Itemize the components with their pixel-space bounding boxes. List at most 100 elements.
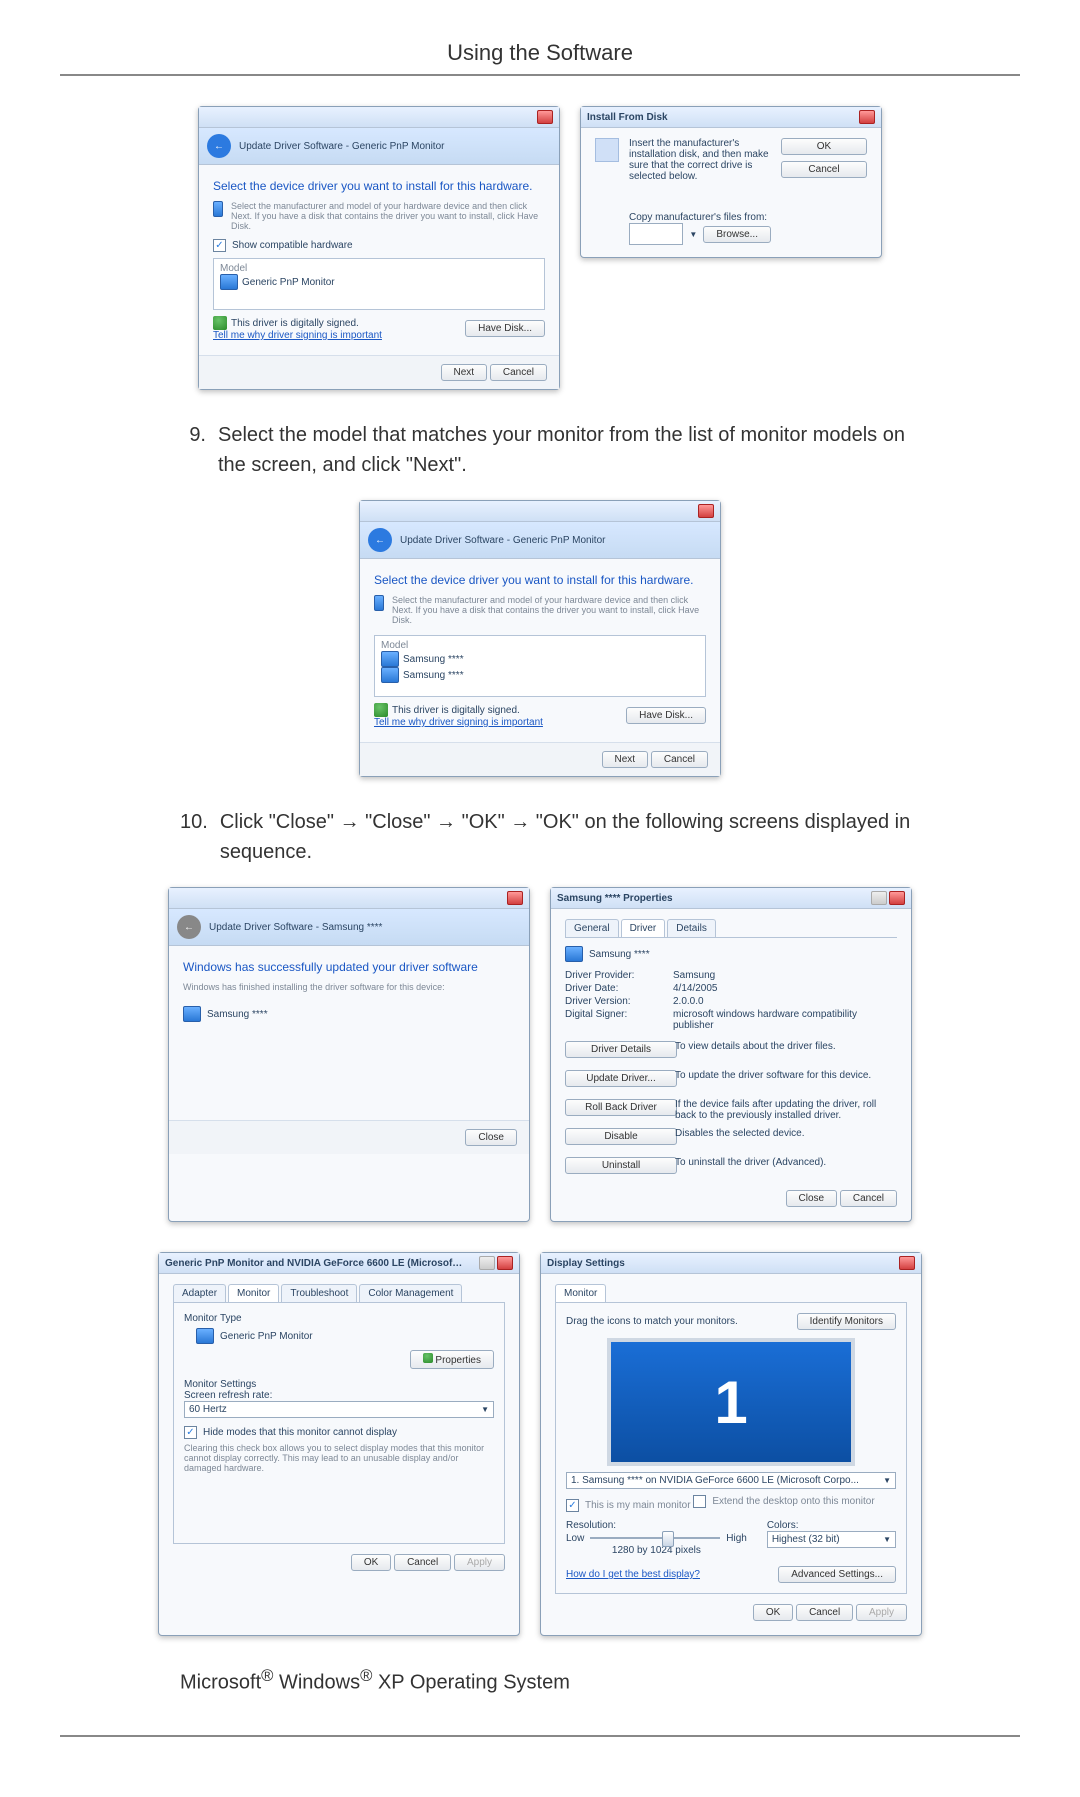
tab-general[interactable]: General	[565, 919, 619, 937]
cancel-button[interactable]: Cancel	[490, 364, 547, 381]
best-display-help-link[interactable]: How do I get the best display?	[566, 1569, 700, 1580]
back-icon[interactable]: ←	[368, 528, 392, 552]
display-settings-dialog: Display Settings Monitor Drag the icons …	[540, 1252, 922, 1636]
tab-monitor[interactable]: Monitor	[228, 1284, 279, 1302]
model-list-item[interactable]: Samsung ****	[403, 670, 464, 681]
dialog-title: Install From Disk	[587, 112, 668, 123]
back-icon[interactable]: ←	[207, 134, 231, 158]
identify-monitors-button[interactable]: Identify Monitors	[797, 1313, 896, 1330]
apply-button[interactable]: Apply	[454, 1554, 505, 1571]
resolution-slider[interactable]	[590, 1531, 720, 1545]
update-driver-button[interactable]: Update Driver...	[565, 1070, 677, 1087]
tab-driver[interactable]: Driver	[621, 919, 666, 937]
tab-color[interactable]: Color Management	[359, 1284, 462, 1302]
chevron-down-icon: ▼	[883, 1535, 891, 1544]
slider-high: High	[726, 1533, 747, 1544]
cancel-button[interactable]: Cancel	[796, 1604, 853, 1621]
cancel-button[interactable]: Cancel	[781, 161, 867, 178]
step-9: 9. Select the model that matches your mo…	[180, 420, 920, 480]
dialog-title: Samsung **** Properties	[557, 893, 673, 904]
kv-label: Driver Date:	[565, 983, 665, 994]
show-compatible-label: Show compatible hardware	[232, 240, 353, 251]
device-properties-dialog: Samsung **** Properties General Driver D…	[550, 887, 912, 1222]
minimize-icon[interactable]	[479, 1256, 495, 1270]
checkbox-icon	[566, 1499, 579, 1512]
close-icon[interactable]	[889, 891, 905, 905]
have-disk-button[interactable]: Have Disk...	[465, 320, 545, 337]
ok-button[interactable]: OK	[351, 1554, 391, 1571]
chevron-down-icon[interactable]: ▼	[689, 230, 697, 239]
monitor-icon	[381, 667, 399, 683]
tab-details[interactable]: Details	[667, 919, 716, 937]
close-icon[interactable]	[537, 110, 553, 124]
monitor-icon	[213, 201, 223, 217]
copy-from-input[interactable]	[629, 223, 683, 245]
cancel-button[interactable]: Cancel	[394, 1554, 451, 1571]
close-icon[interactable]	[507, 891, 523, 905]
ok-button[interactable]: OK	[753, 1604, 793, 1621]
hide-modes-help: Clearing this check box allows you to se…	[184, 1443, 494, 1473]
wizard-heading: Select the device driver you want to ins…	[374, 573, 706, 587]
properties-button[interactable]: Properties	[410, 1350, 494, 1369]
refresh-rate-select[interactable]: 60 Hertz ▼	[184, 1401, 494, 1418]
disable-button[interactable]: Disable	[565, 1128, 677, 1145]
apply-button[interactable]: Apply	[856, 1604, 907, 1621]
monitor-settings-label: Monitor Settings	[184, 1379, 494, 1390]
show-compatible-checkbox[interactable]: Show compatible hardware	[213, 239, 353, 252]
ok-button[interactable]: OK	[781, 138, 867, 155]
browse-button[interactable]: Browse...	[703, 226, 771, 243]
tab-monitor[interactable]: Monitor	[555, 1284, 606, 1302]
cancel-button[interactable]: Cancel	[651, 751, 708, 768]
close-icon[interactable]	[698, 504, 714, 518]
tab-troubleshoot[interactable]: Troubleshoot	[281, 1284, 357, 1302]
colors-select[interactable]: Highest (32 bit) ▼	[767, 1531, 896, 1548]
monitor-properties-dialog: Generic PnP Monitor and NVIDIA GeForce 6…	[158, 1252, 520, 1636]
slider-low: Low	[566, 1533, 584, 1544]
monitor-preview[interactable]: 1	[607, 1338, 855, 1466]
model-list-item[interactable]: Generic PnP Monitor	[242, 277, 335, 288]
update-success-dialog: ← Update Driver Software - Samsung **** …	[168, 887, 530, 1222]
resolution-label: Resolution:	[566, 1520, 747, 1531]
monitor-icon	[220, 274, 238, 290]
device-name: Samsung ****	[589, 949, 650, 960]
have-disk-button[interactable]: Have Disk...	[626, 707, 706, 724]
close-button[interactable]: Close	[786, 1190, 838, 1207]
install-from-disk-msg: Insert the manufacturer's installation d…	[629, 138, 771, 182]
close-icon[interactable]	[497, 1256, 513, 1270]
advanced-settings-button[interactable]: Advanced Settings...	[778, 1566, 896, 1583]
model-list-item[interactable]: Samsung ****	[403, 654, 464, 665]
model-list[interactable]: Model Generic PnP Monitor	[213, 258, 545, 310]
cancel-button[interactable]: Cancel	[840, 1190, 897, 1207]
monitor-select[interactable]: 1. Samsung **** on NVIDIA GeForce 6600 L…	[566, 1472, 896, 1489]
tab-adapter[interactable]: Adapter	[173, 1284, 226, 1302]
help-icon[interactable]	[871, 891, 887, 905]
driver-signing-link[interactable]: Tell me why driver signing is important	[213, 330, 382, 341]
colors-value: Highest (32 bit)	[772, 1534, 840, 1545]
breadcrumb-text: Update Driver Software - Samsung ****	[209, 922, 382, 933]
uninstall-button[interactable]: Uninstall	[565, 1157, 677, 1174]
monitor-icon	[565, 946, 583, 962]
drag-monitors-label: Drag the icons to match your monitors.	[566, 1316, 738, 1327]
os-part: Microsoft	[180, 1672, 261, 1694]
kv-value: Samsung	[673, 970, 897, 981]
monitor-icon	[196, 1328, 214, 1344]
kv-value: 4/14/2005	[673, 983, 897, 994]
close-button[interactable]: Close	[465, 1129, 517, 1146]
hide-modes-checkbox[interactable]: Hide modes that this monitor cannot disp…	[184, 1426, 397, 1439]
model-list[interactable]: Model Samsung **** Samsung ****	[374, 635, 706, 697]
kv-label: Driver Version:	[565, 996, 665, 1007]
signed-label: This driver is digitally signed.	[231, 318, 359, 329]
next-button[interactable]: Next	[602, 751, 649, 768]
step-10: 10. Click "Close" → "Close" → "OK" → "OK…	[180, 807, 920, 867]
rollback-driver-button[interactable]: Roll Back Driver	[565, 1099, 677, 1116]
driver-details-button[interactable]: Driver Details	[565, 1041, 677, 1058]
checkbox-icon	[213, 239, 226, 252]
shield-icon	[423, 1353, 433, 1363]
dialog-title: Generic PnP Monitor and NVIDIA GeForce 6…	[165, 1258, 465, 1269]
next-button[interactable]: Next	[441, 364, 488, 381]
close-icon[interactable]	[859, 110, 875, 124]
driver-signing-link[interactable]: Tell me why driver signing is important	[374, 717, 543, 728]
monitor-icon	[183, 1006, 201, 1022]
os-footer: Microsoft® Windows® XP Operating System	[180, 1666, 1020, 1695]
close-icon[interactable]	[899, 1256, 915, 1270]
